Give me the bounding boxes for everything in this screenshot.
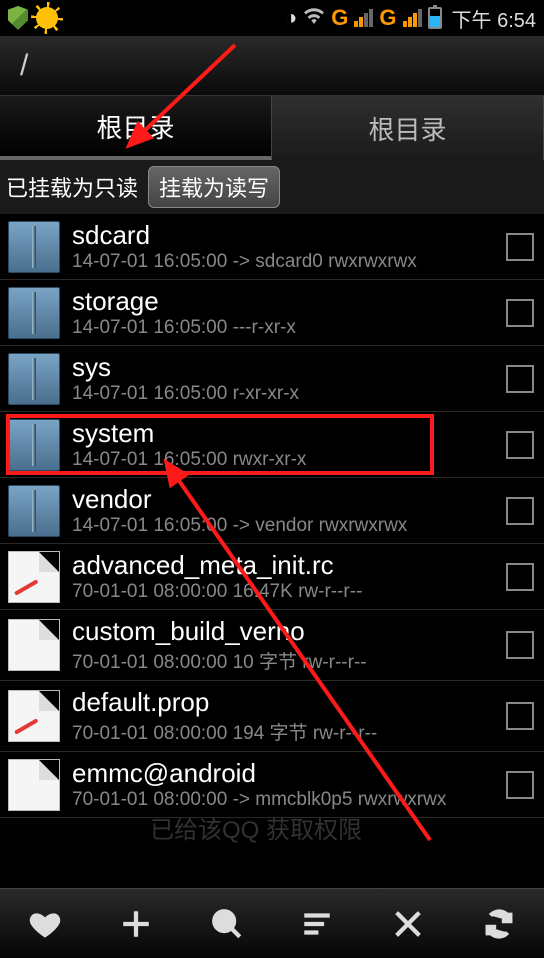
- file-name: sdcard: [72, 220, 498, 251]
- file-name: storage: [72, 286, 498, 317]
- row-checkbox[interactable]: [506, 563, 534, 591]
- file-meta: 70-01-01 08:00:00 10 字节 rw-r--r--: [72, 647, 498, 674]
- file-info: sys14-07-01 16:05:00 r-xr-xr-x: [72, 352, 498, 405]
- file-row[interactable]: custom_build_verno70-01-01 08:00:00 10 字…: [0, 610, 544, 681]
- file-name: vendor: [72, 484, 498, 515]
- add-button[interactable]: [91, 889, 182, 958]
- file-name: emmc@android: [72, 758, 498, 789]
- path-bar[interactable]: /: [0, 36, 544, 96]
- row-checkbox[interactable]: [506, 299, 534, 327]
- file-row[interactable]: sys14-07-01 16:05:00 r-xr-xr-x: [0, 346, 544, 412]
- row-checkbox[interactable]: [506, 365, 534, 393]
- file-name: system: [72, 418, 498, 449]
- file-info: system14-07-01 16:05:00 rwxr-xr-x: [72, 418, 498, 471]
- file-name: sys: [72, 352, 498, 383]
- signal-bars-2: [403, 9, 422, 27]
- file-info: vendor14-07-01 16:05:00 -> vendor rwxrwx…: [72, 484, 498, 537]
- mount-row: 已挂载为只读 挂载为读写: [0, 160, 544, 214]
- sort-button[interactable]: [272, 889, 363, 958]
- row-checkbox[interactable]: [506, 631, 534, 659]
- file-meta: 14-07-01 16:05:00 ---r-xr-x: [72, 317, 498, 339]
- tab-label: 根目录: [96, 108, 174, 145]
- file-meta: 14-07-01 16:05:00 r-xr-xr-x: [72, 383, 498, 405]
- file-meta: 14-07-01 16:05:00 rwxr-xr-x: [72, 449, 498, 471]
- tab-root-1[interactable]: 根目录: [0, 96, 272, 160]
- folder-icon: [8, 419, 60, 471]
- file-meta: 70-01-01 08:00:00 194 字节 rw-r--r--: [72, 718, 498, 745]
- clock: 下午 6:54: [452, 4, 536, 33]
- file-info: advanced_meta_init.rc70-01-01 08:00:00 1…: [72, 550, 498, 603]
- wifi-icon: [303, 6, 325, 30]
- file-info: custom_build_verno70-01-01 08:00:00 10 字…: [72, 616, 498, 674]
- file-row[interactable]: storage14-07-01 16:05:00 ---r-xr-x: [0, 280, 544, 346]
- folder-icon: [8, 287, 60, 339]
- file-row[interactable]: default.prop70-01-01 08:00:00 194 字节 rw-…: [0, 681, 544, 752]
- bottom-toolbar: [0, 888, 544, 958]
- rotate-icon: ◑: [285, 7, 297, 30]
- mount-status: 已挂载为只读: [6, 171, 138, 203]
- file-info: storage14-07-01 16:05:00 ---r-xr-x: [72, 286, 498, 339]
- row-checkbox[interactable]: [506, 702, 534, 730]
- file-icon: [8, 619, 60, 671]
- file-meta: 70-01-01 08:00:00 -> mmcblk0p5 rwxrwxrwx: [72, 789, 498, 811]
- file-row[interactable]: advanced_meta_init.rc70-01-01 08:00:00 1…: [0, 544, 544, 610]
- close-button[interactable]: [363, 889, 454, 958]
- file-name: advanced_meta_init.rc: [72, 550, 498, 581]
- file-row[interactable]: sdcard14-07-01 16:05:00 -> sdcard0 rwxrw…: [0, 214, 544, 280]
- mount-rw-button[interactable]: 挂载为读写: [148, 166, 280, 208]
- status-bar: ◑ G G 下午 6:54: [0, 0, 544, 36]
- file-meta: 14-07-01 16:05:00 -> vendor rwxrwxrwx: [72, 515, 498, 537]
- file-info: default.prop70-01-01 08:00:00 194 字节 rw-…: [72, 687, 498, 745]
- file-name: custom_build_verno: [72, 616, 498, 647]
- file-info: sdcard14-07-01 16:05:00 -> sdcard0 rwxrw…: [72, 220, 498, 273]
- file-meta: 14-07-01 16:05:00 -> sdcard0 rwxrwxrwx: [72, 251, 498, 273]
- network-g1: G: [331, 5, 348, 31]
- shield-icon: [8, 6, 28, 30]
- tab-root-2[interactable]: 根目录: [272, 96, 544, 160]
- row-checkbox[interactable]: [506, 233, 534, 261]
- search-button[interactable]: [181, 889, 272, 958]
- file-icon: [8, 551, 60, 603]
- file-icon: [8, 759, 60, 811]
- file-row[interactable]: emmc@android70-01-01 08:00:00 -> mmcblk0…: [0, 752, 544, 818]
- row-checkbox[interactable]: [506, 497, 534, 525]
- file-name: default.prop: [72, 687, 498, 718]
- file-icon: [8, 690, 60, 742]
- network-g2: G: [379, 5, 396, 31]
- current-path: /: [20, 49, 28, 83]
- tab-bar: 根目录 根目录: [0, 96, 544, 160]
- signal-bars-1: [354, 9, 373, 27]
- file-row[interactable]: system14-07-01 16:05:00 rwxr-xr-x: [0, 412, 544, 478]
- sun-icon: [36, 7, 58, 29]
- refresh-button[interactable]: [453, 889, 544, 958]
- file-row[interactable]: vendor14-07-01 16:05:00 -> vendor rwxrwx…: [0, 478, 544, 544]
- favorite-button[interactable]: [0, 889, 91, 958]
- tab-label: 根目录: [368, 110, 446, 147]
- row-checkbox[interactable]: [506, 431, 534, 459]
- folder-icon: [8, 221, 60, 273]
- folder-icon: [8, 353, 60, 405]
- folder-icon: [8, 485, 60, 537]
- file-list: sdcard14-07-01 16:05:00 -> sdcard0 rwxrw…: [0, 214, 544, 818]
- battery-icon: [428, 7, 442, 29]
- row-checkbox[interactable]: [506, 771, 534, 799]
- file-meta: 70-01-01 08:00:00 16.47K rw-r--r--: [72, 581, 498, 603]
- file-info: emmc@android70-01-01 08:00:00 -> mmcblk0…: [72, 758, 498, 811]
